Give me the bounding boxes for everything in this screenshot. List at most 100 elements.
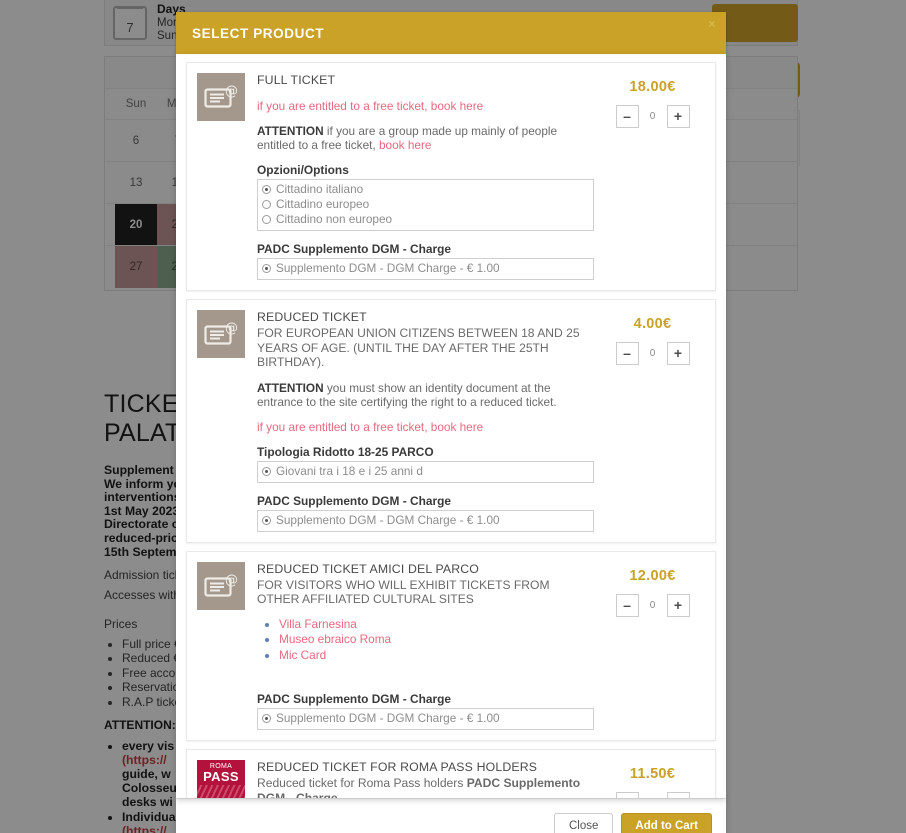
option-row[interactable]: Cittadino italiano [262,182,589,197]
product-row-amici-del-parco[interactable]: @ REDUCED TICKET AMICI DEL PARCO FOR VIS… [186,550,716,741]
quantity-increase-button[interactable]: + [666,342,690,365]
add-to-cart-button[interactable]: Add to Cart [621,812,712,833]
product-thumbnail: ROMA PASS [197,760,245,798]
product-thumbnail: @ [197,73,245,121]
option-row[interactable]: Cittadino europeo [262,197,589,212]
product-title: FULL TICKET [257,73,336,87]
site-link[interactable]: Museo ebraico Roma [279,632,391,646]
quantity-increase-button[interactable]: + [666,105,690,128]
product-details: REDUCED TICKET FOR EUROPEAN UNION CITIZE… [257,310,600,532]
option-group-box[interactable]: Supplemento DGM - DGM Charge - € 1.00 [257,509,594,532]
product-title: REDUCED TICKET FOR ROMA PASS HOLDERS [257,760,538,774]
option-label: Cittadino italiano [276,182,364,196]
product-list: @ FULL TICKET if you are entitled to a f… [176,54,726,798]
product-attention-note: ATTENTION if you are a group made up mai… [257,124,594,152]
option-group-box[interactable]: Supplemento DGM - DGM Charge - € 1.00 [257,708,594,730]
quantity-stepper[interactable]: – 0 + [600,105,705,128]
ticket-icon: @ [197,73,245,121]
product-subtitle: Reduced ticket for Roma Pass holders PAD… [257,776,594,798]
option-group-label: PADC Supplemento DGM - Charge [257,493,452,508]
product-details: REDUCED TICKET AMICI DEL PARCO FOR VISIT… [257,561,600,730]
svg-text:@: @ [225,321,238,336]
option-label: Giovani tra i 18 e i 25 anni d [276,463,423,478]
site-link[interactable]: Villa Farnesina [279,617,357,631]
radio-icon[interactable] [262,714,271,723]
quantity-increase-button[interactable]: + [666,792,690,798]
option-group-label: PADC Supplemento DGM - Charge [257,692,452,706]
option-label: Cittadino non europeo [276,212,393,226]
modal-body[interactable]: @ FULL TICKET if you are entitled to a f… [176,54,726,798]
radio-icon[interactable] [262,264,271,273]
product-row-reduced-ticket[interactable]: @ REDUCED TICKET FOR EUROPEAN UNION CITI… [186,299,716,543]
free-ticket-link[interactable]: if you are entitled to a free ticket, bo… [257,420,594,434]
option-group-label: Tipologia Ridotto 18-25 PARCO [257,444,434,459]
product-price: 11.50€ [629,766,676,782]
product-row-roma-pass-reduced[interactable]: ROMA PASS REDUCED TICKET FOR ROMA PASS H… [186,749,716,798]
product-thumbnail: @ [197,561,245,610]
radio-icon[interactable] [262,185,271,194]
quantity-stepper[interactable]: – 0 + [600,593,705,617]
option-label: Supplemento DGM - DGM Charge - € 1.00 [276,711,500,725]
close-button[interactable]: Close [553,812,614,833]
quantity-stepper[interactable]: – 0 + [600,342,705,365]
product-row-full-ticket[interactable]: @ FULL TICKET if you are entitled to a f… [186,62,716,291]
subtitle-text: Reduced ticket for Roma Pass holders [257,776,464,790]
option-group-label: Opzioni/Options [257,163,349,177]
product-price: 18.00€ [629,79,676,95]
option-label: Supplemento DGM - DGM Charge - € 1.00 [276,512,500,527]
page-root: 7 Days Mon Sun AVAILABILITY Sun Mon Tue … [0,0,906,833]
radio-icon[interactable] [262,215,271,224]
option-group-label: PADC Supplemento DGM - Charge [257,242,452,256]
list-item[interactable]: Mic Card [279,648,594,664]
modal-header: SELECT PRODUCT × [176,12,726,54]
product-thumbnail: @ [197,310,245,358]
list-item[interactable]: Villa Farnesina [279,617,594,633]
option-label: Supplemento DGM - DGM Charge - € 1.00 [276,261,500,275]
free-ticket-link[interactable]: if you are entitled to a free ticket, bo… [257,99,594,113]
option-group-box[interactable]: Giovani tra i 18 e i 25 anni d [257,460,594,483]
option-label: Cittadino europeo [276,197,370,211]
book-here-link[interactable]: book here [379,138,431,152]
ticket-icon: @ [197,310,245,358]
radio-icon[interactable] [262,515,271,525]
site-link[interactable]: Mic Card [279,648,326,662]
roma-pass-pattern [197,785,245,798]
product-price-column: 12.00€ – 0 + [600,562,705,731]
quantity-decrease-button[interactable]: – [615,593,639,617]
quantity-decrease-button[interactable]: – [615,792,639,798]
product-price-column: 18.00€ – 0 + [600,73,705,280]
product-subtitle: FOR VISITORS WHO WILL EXHIBIT TICKETS FR… [257,577,550,607]
select-product-modal: SELECT PRODUCT × @ FULL TICKET if you ar… [176,12,726,833]
list-item[interactable]: Museo ebraico Roma [279,632,594,648]
quantity-stepper[interactable]: – 0 + [600,792,705,798]
product-details: FULL TICKET if you are entitled to a fre… [257,73,600,280]
affiliated-sites-list: Villa Farnesina Museo ebraico Roma Mic C… [257,617,594,664]
modal-footer: Close Add to Cart [176,798,726,833]
radio-icon[interactable] [262,466,271,476]
modal-title: SELECT PRODUCT [192,25,325,41]
radio-icon[interactable] [262,200,271,209]
svg-text:@: @ [225,84,238,99]
roma-pass-pass-text: PASS [203,769,239,784]
option-row[interactable]: Giovani tra i 18 e i 25 anni d [262,464,589,479]
product-price-column: 11.50€ – 0 + [600,760,705,798]
product-attention-note: ATTENTION you must show an identity docu… [257,381,594,409]
product-subtitle: FOR EUROPEAN UNION CITIZENS BETWEEN 18 A… [257,326,580,369]
product-price: 4.00€ [633,316,672,332]
option-group-box[interactable]: Supplemento DGM - DGM Charge - € 1.00 [257,258,594,280]
product-details: REDUCED TICKET FOR ROMA PASS HOLDERS Red… [257,760,600,798]
option-row[interactable]: Cittadino non europeo [262,212,589,227]
product-title: REDUCED TICKET [257,310,367,324]
quantity-decrease-button[interactable]: – [615,105,639,128]
option-row[interactable]: Supplemento DGM - DGM Charge - € 1.00 [262,261,589,276]
option-row[interactable]: Supplemento DGM - DGM Charge - € 1.00 [262,513,589,528]
close-icon[interactable]: × [708,18,716,30]
option-group-box[interactable]: Cittadino italiano Cittadino europeo Cit… [257,179,594,231]
ticket-icon: @ [197,561,245,610]
attention-label: ATTENTION [257,124,324,138]
product-title: REDUCED TICKET AMICI DEL PARCO [257,561,480,576]
option-row[interactable]: Supplemento DGM - DGM Charge - € 1.00 [262,711,589,726]
quantity-decrease-button[interactable]: – [615,342,639,365]
attention-label: ATTENTION [257,380,324,395]
quantity-increase-button[interactable]: + [666,593,690,617]
